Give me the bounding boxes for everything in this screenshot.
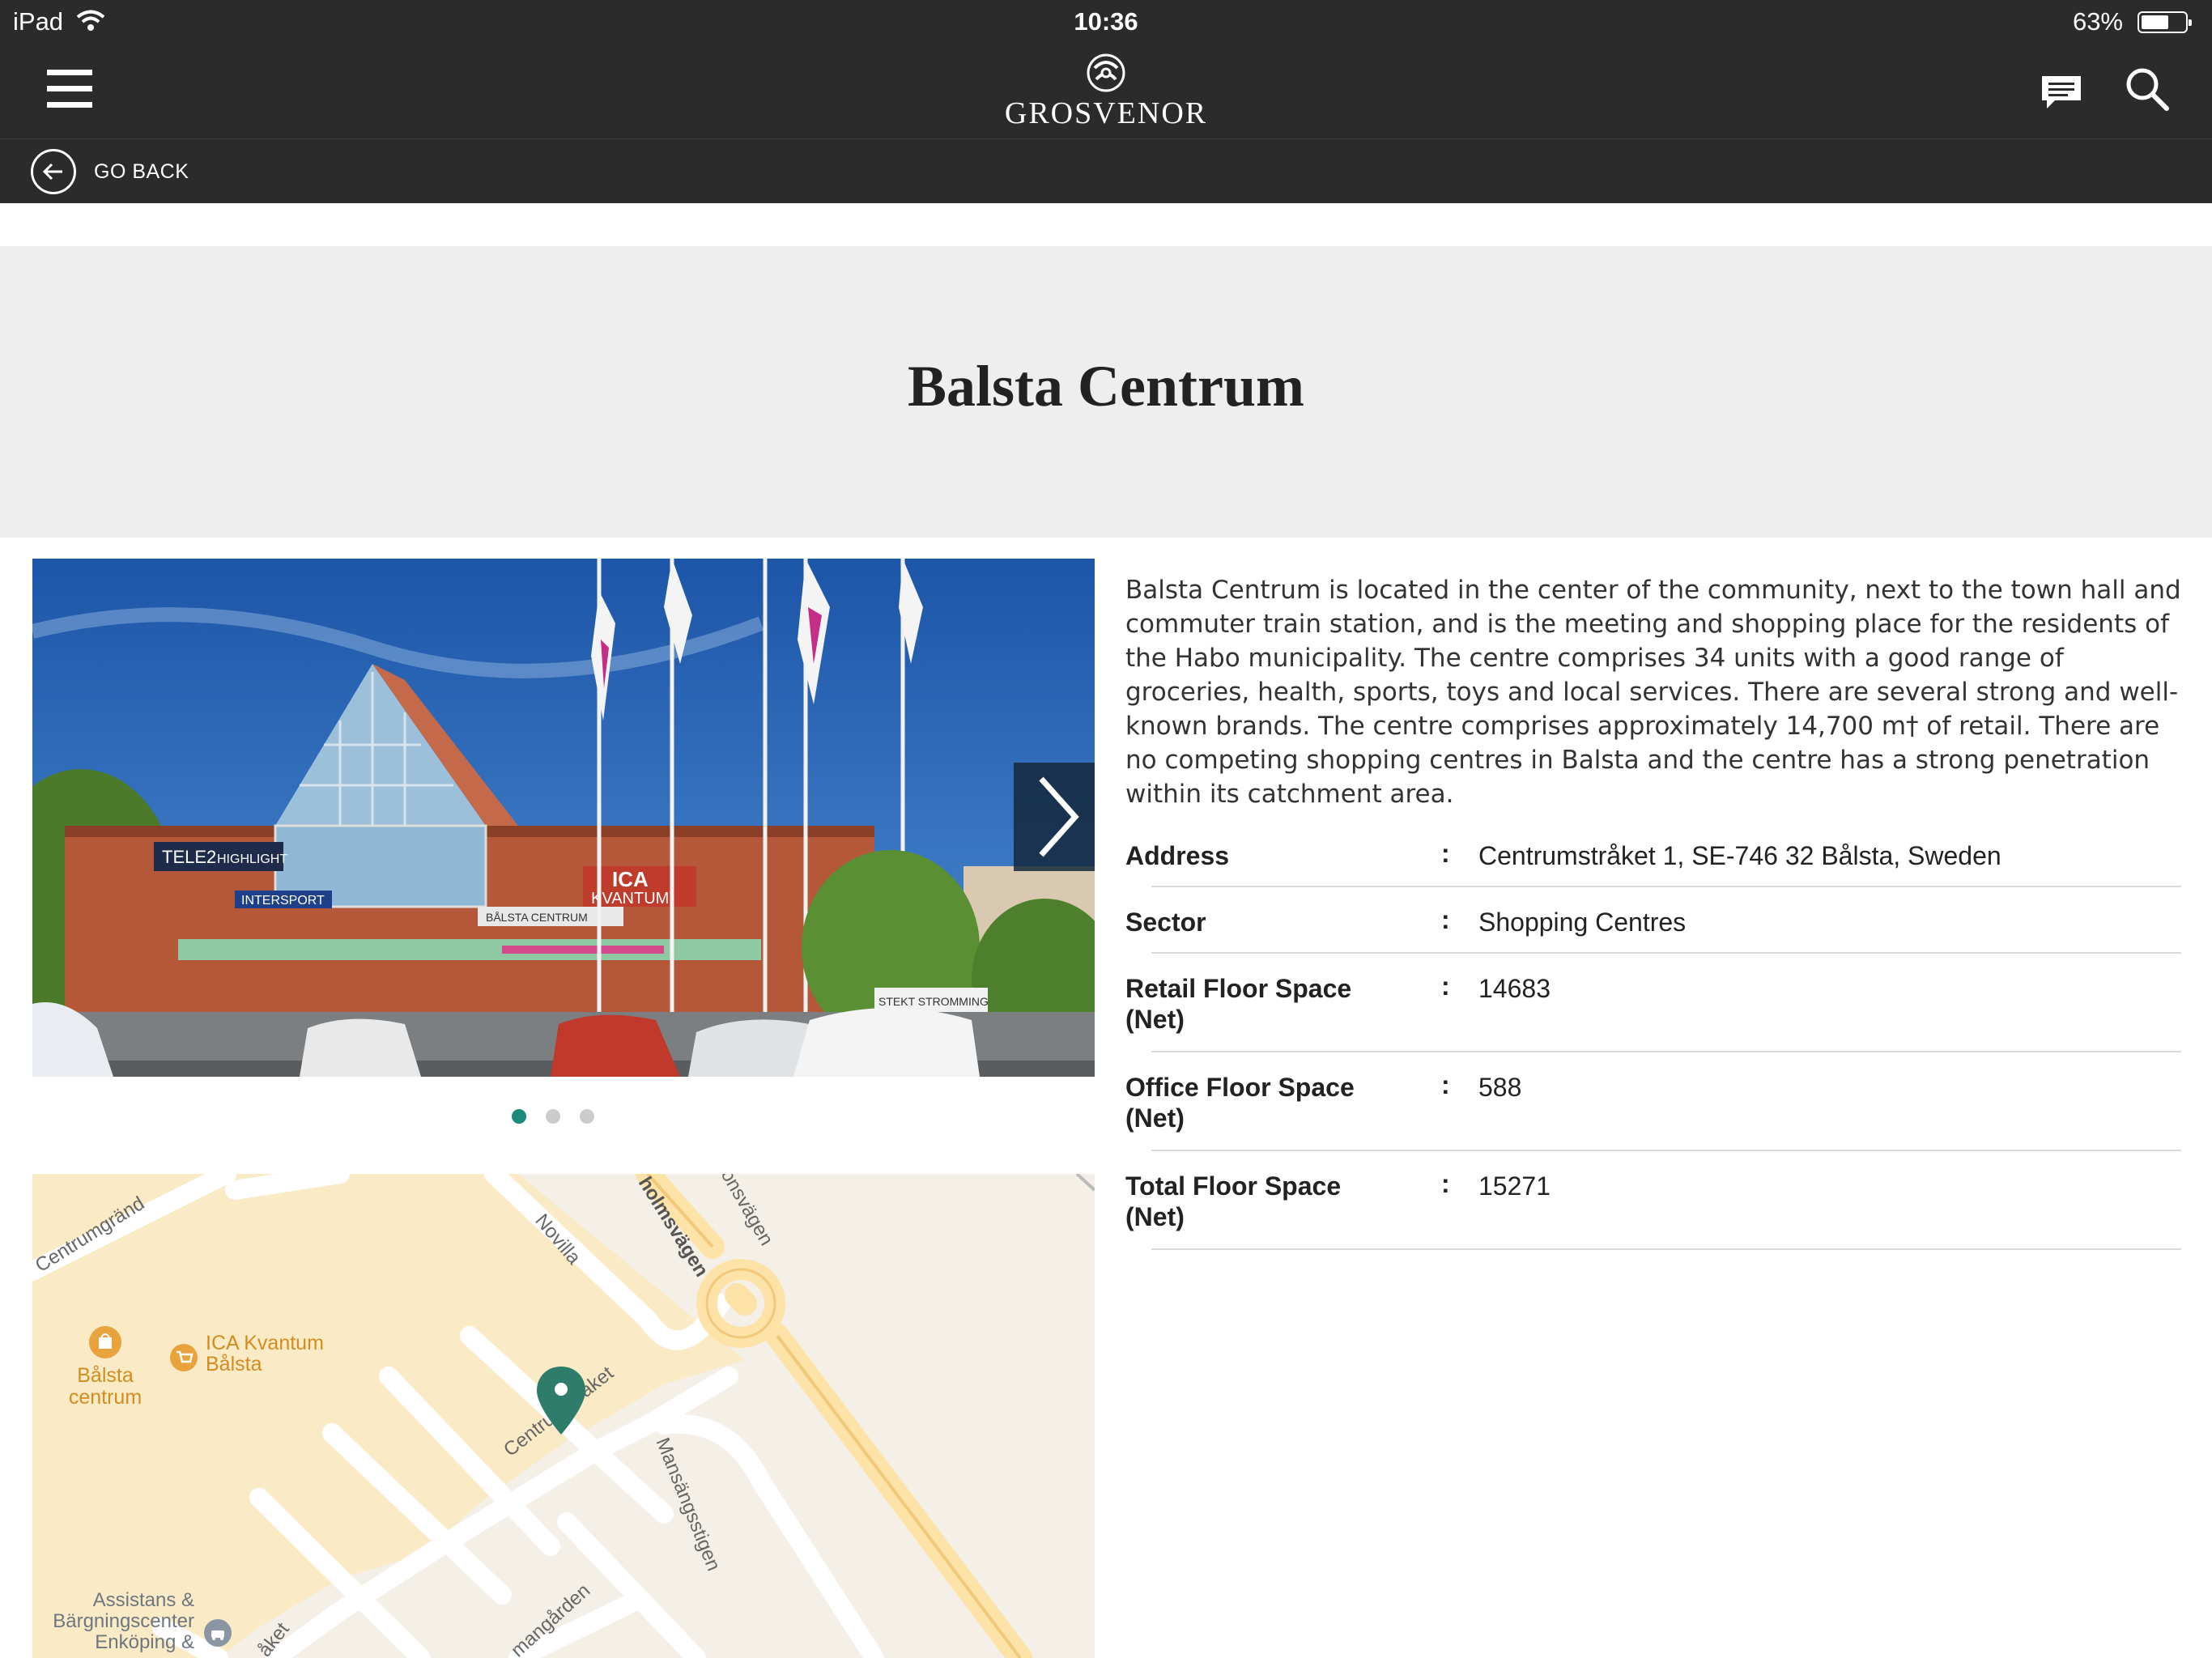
svg-text:INTERSPORT: INTERSPORT [241,894,325,908]
app-header: GROSVENOR [0,45,2212,138]
go-back-button[interactable]: GO BACK [31,149,189,194]
status-bar: iPad 10:36 63% [0,0,2212,45]
detail-value: 14683 [1478,974,1551,1003]
svg-text:HIGHLIGHT: HIGHLIGHT [217,852,287,866]
detail-label: Sector [1125,908,1206,937]
car-icon [204,1619,232,1647]
shopping-bag-icon [89,1326,121,1358]
detail-row-sector: Sector : Shopping Centres [1125,887,2181,954]
carousel-dot-3[interactable] [580,1109,594,1124]
detail-value: 15271 [1478,1171,1551,1201]
carousel-next-button[interactable] [1014,763,1095,871]
grosvenor-logo[interactable]: GROSVENOR [944,52,1268,133]
back-bar: GO BACK [0,138,2212,203]
title-band: Balsta Centrum [0,246,2212,538]
back-arrow-icon [31,149,76,194]
chevron-right-icon [1039,776,1079,857]
detail-value: Centrumstråket 1, SE-746 32 Bålsta, Swed… [1478,841,2001,870]
svg-text:Centrumgränd: Centrumgränd [32,1192,148,1277]
carousel-dot-2[interactable] [546,1109,560,1124]
carousel-dots [512,1109,594,1124]
svg-text:onsvägen: onsvägen [717,1174,777,1249]
logo-wordmark: GROSVENOR [1004,96,1208,130]
carousel-dot-1[interactable] [512,1109,526,1124]
svg-text:BÅLSTA CENTRUM: BÅLSTA CENTRUM [486,911,588,924]
svg-text:Novilla: Novilla [530,1210,585,1269]
detail-value: 588 [1478,1073,1522,1102]
battery-icon [2138,11,2192,33]
location-pin-icon[interactable] [534,1365,588,1438]
chat-icon[interactable] [2039,73,2084,113]
svg-text:STEKT STROMMING: STEKT STROMMING [878,995,989,1008]
cart-icon [170,1344,198,1371]
svg-text:ICA: ICA [612,867,649,891]
detail-row-office-floor-space: Office Floor Space (Net) : 588 [1125,1052,2181,1151]
photo-carousel[interactable]: TELE2 HIGHLIGHT INTERSPORT ICA KVANTUM B… [32,559,1095,1077]
property-photo: TELE2 HIGHLIGHT INTERSPORT ICA KVANTUM B… [32,559,1095,1077]
page-title: Balsta Centrum [908,354,1304,419]
battery-percent: 63% [2072,7,2123,36]
detail-value: Shopping Centres [1478,908,1687,937]
go-back-label: GO BACK [94,159,189,183]
detail-label: Total Floor Space (Net) [1125,1171,1342,1231]
detail-label: Office Floor Space (Net) [1125,1073,1355,1133]
detail-row-retail-floor-space: Retail Floor Space (Net) : 14683 [1125,954,2181,1052]
search-icon[interactable] [2125,66,2170,112]
hamburger-menu-icon[interactable] [47,70,92,108]
svg-text:åket: åket [253,1618,293,1658]
detail-label: Retail Floor Space (Net) [1125,974,1352,1034]
svg-text:holmsvägen: holmsvägen [634,1174,713,1281]
svg-text:Mansängsstigen: Mansängsstigen [651,1435,725,1574]
logo-emblem-icon [1087,53,1125,92]
property-details-table: Address : Centrumstråket 1, SE-746 32 Bå… [1125,821,2181,1250]
svg-text:mangården: mangården [507,1579,594,1658]
svg-text:TELE2: TELE2 [162,847,216,867]
detail-row-total-floor-space: Total Floor Space (Net) : 15271 [1125,1151,2181,1250]
clock: 10:36 [1074,7,1138,36]
detail-row-address: Address : Centrumstråket 1, SE-746 32 Bå… [1125,821,2181,887]
property-description: Balsta Centrum is located in the center … [1125,576,2181,809]
location-map[interactable]: Centrumgränd Novilla holmsvägen onsvägen… [32,1174,1095,1658]
svg-text:KVANTUM: KVANTUM [591,890,669,908]
detail-label: Address [1125,841,1230,870]
